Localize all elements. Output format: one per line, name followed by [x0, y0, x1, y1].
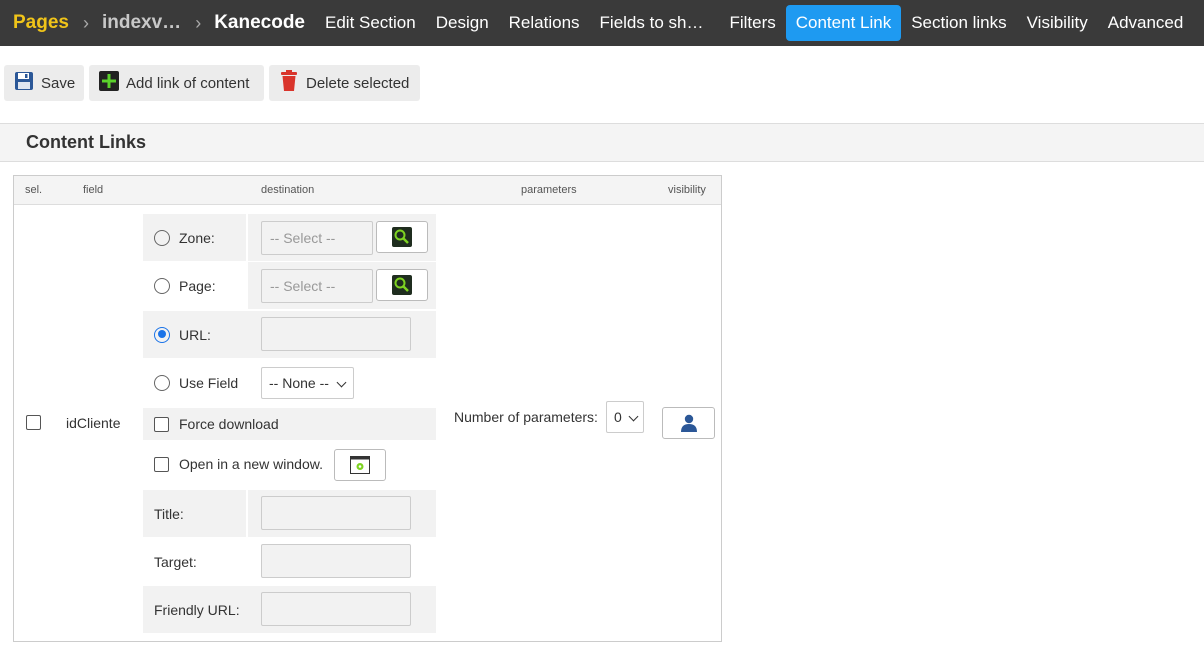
title-row: Title:: [143, 490, 436, 537]
content-links-panel: Content Links sel. field destination par…: [0, 123, 1204, 654]
page-label: Page:: [179, 277, 216, 294]
save-button[interactable]: Save: [4, 65, 84, 101]
user-icon: [680, 414, 697, 432]
tab-fields-to-show[interactable]: Fields to sh…: [590, 5, 714, 41]
breadcrumb-section[interactable]: Kanecode: [214, 12, 305, 34]
use-field-label-cell: Use Field: [143, 359, 246, 406]
target-row: Target:: [143, 538, 436, 585]
use-field-radio[interactable]: [154, 374, 170, 391]
new-window-option: Open in a new window.: [154, 456, 323, 472]
magnifier-icon: [392, 275, 412, 295]
header-destination: destination: [261, 184, 315, 196]
add-link-button[interactable]: Add link of content: [89, 65, 264, 101]
header-field: field: [83, 184, 104, 196]
force-download-checkbox[interactable]: [154, 416, 169, 432]
breadcrumb-pages[interactable]: Pages: [13, 12, 69, 34]
page-value-cell: -- Select --: [248, 262, 436, 309]
tab-filters[interactable]: Filters: [719, 5, 785, 41]
chevron-down-icon: [628, 411, 639, 422]
url-radio[interactable]: [154, 326, 170, 343]
plus-icon: [99, 71, 119, 95]
friendly-url-label: Friendly URL:: [154, 601, 240, 618]
add-link-label: Add link of content: [126, 74, 250, 92]
friendly-url-row: Friendly URL:: [143, 586, 436, 633]
breadcrumb-page[interactable]: indexv…: [102, 12, 181, 34]
visibility-button[interactable]: [662, 407, 715, 439]
title-label-cell: Title:: [143, 490, 246, 537]
url-label: URL:: [179, 326, 211, 343]
table-header: sel. field destination parameters visibi…: [14, 176, 721, 205]
row-select-checkbox[interactable]: [26, 415, 41, 430]
friendly-url-label-cell: Friendly URL:: [143, 586, 246, 633]
zone-select[interactable]: -- Select --: [261, 221, 373, 255]
chevron-right-icon: ›: [82, 12, 89, 33]
new-window-checkbox[interactable]: [154, 456, 169, 472]
target-label-cell: Target:: [143, 538, 246, 585]
new-window-row: Open in a new window.: [143, 442, 436, 488]
tab-design[interactable]: Design: [426, 5, 499, 41]
title-input[interactable]: [261, 496, 411, 530]
url-value-cell: [248, 311, 436, 358]
title-label: Title:: [154, 505, 184, 522]
friendly-url-value-cell: [248, 586, 436, 633]
zone-value-cell: -- Select --: [248, 214, 436, 261]
header-visibility: visibility: [668, 184, 706, 196]
force-download-row: Force download: [143, 408, 436, 440]
use-field-select[interactable]: -- None --: [261, 367, 354, 399]
page-select[interactable]: -- Select --: [261, 269, 373, 303]
params-label: Number of parameters:: [454, 409, 598, 425]
zone-search-button[interactable]: [376, 221, 428, 253]
tab-section-links[interactable]: Section links: [901, 5, 1016, 41]
use-field-value: -- None --: [269, 375, 329, 391]
force-download-option: Force download: [154, 416, 279, 432]
magnifier-icon: [392, 227, 412, 247]
page-radio[interactable]: [154, 277, 170, 294]
target-label: Target:: [154, 553, 197, 570]
window-gear-icon: [350, 456, 370, 474]
zone-row: Zone: -- Select --: [143, 214, 436, 261]
content-links-table: sel. field destination parameters visibi…: [13, 175, 722, 642]
force-download-label: Force download: [179, 416, 279, 432]
delete-selected-label: Delete selected: [306, 74, 410, 92]
toolbar: Save Add link of content Delete selected: [0, 58, 1204, 108]
params-value: 0: [614, 409, 622, 425]
chevron-right-icon: ›: [195, 12, 202, 33]
zone-radio[interactable]: [154, 229, 170, 246]
header-sel: sel.: [25, 184, 43, 196]
target-value-cell: [248, 538, 436, 585]
top-nav: Pages › indexv… › Kanecode Edit Section …: [0, 0, 1204, 46]
friendly-url-input[interactable]: [261, 592, 411, 626]
delete-selected-button[interactable]: Delete selected: [269, 65, 420, 101]
tab-content-link[interactable]: Content Link: [785, 5, 902, 41]
new-window-label: Open in a new window.: [179, 456, 323, 472]
zone-label-cell: Zone:: [143, 214, 246, 261]
chevron-down-icon: [336, 377, 347, 388]
zone-label: Zone:: [179, 229, 215, 246]
page-row: Page: -- Select --: [143, 262, 436, 309]
window-settings-button[interactable]: [334, 449, 386, 481]
tab-edit-section[interactable]: Edit Section: [315, 5, 426, 41]
use-field-label: Use Field: [179, 374, 239, 391]
target-input[interactable]: [261, 544, 411, 578]
save-label: Save: [41, 74, 76, 92]
use-field-value-cell: -- None --: [248, 359, 436, 406]
panel-title: Content Links: [0, 124, 1204, 162]
floppy-disk-icon: [14, 71, 34, 95]
header-parameters: parameters: [521, 184, 577, 196]
url-input[interactable]: [261, 317, 411, 351]
tab-relations[interactable]: Relations: [499, 5, 590, 41]
tab-advanced[interactable]: Advanced: [1098, 5, 1194, 41]
page-search-button[interactable]: [376, 269, 428, 301]
title-value-cell: [248, 490, 436, 537]
use-field-row: Use Field -- None --: [143, 359, 436, 406]
page-label-cell: Page:: [143, 262, 246, 309]
tab-visibility[interactable]: Visibility: [1017, 5, 1098, 41]
url-row: URL:: [143, 311, 436, 358]
url-label-cell: URL:: [143, 311, 246, 358]
field-name: idCliente: [66, 415, 121, 431]
params-select[interactable]: 0: [606, 401, 644, 433]
trash-icon: [279, 70, 299, 96]
